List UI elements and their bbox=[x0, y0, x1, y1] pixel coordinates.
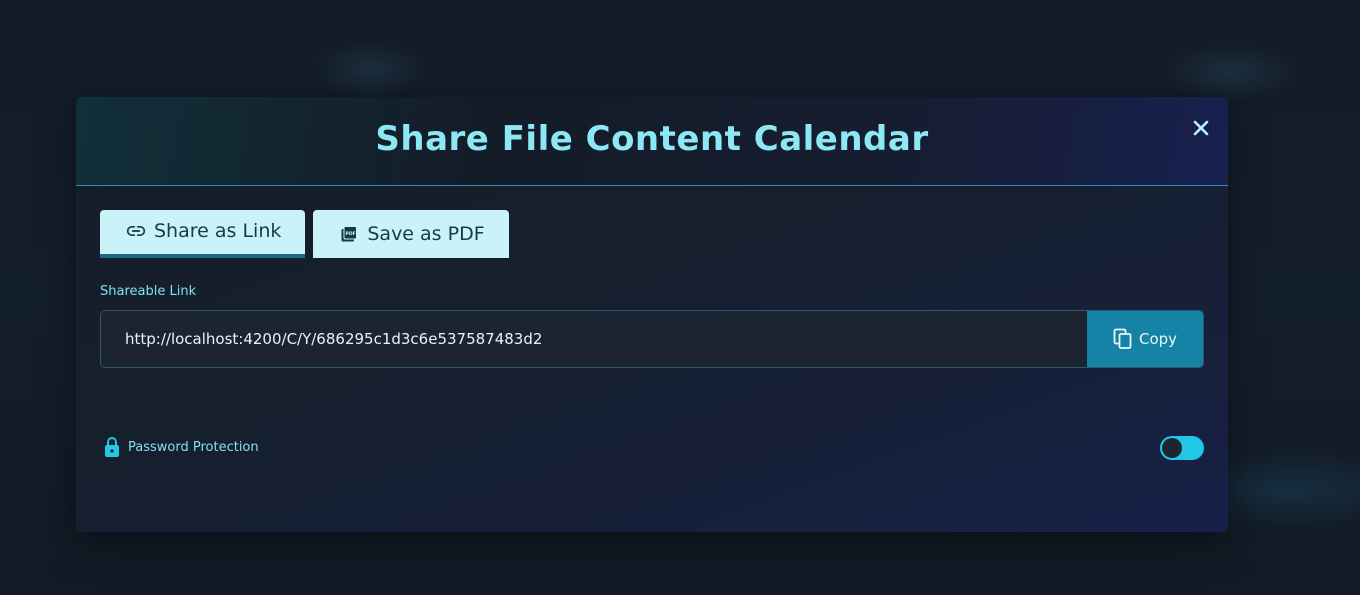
lock-icon bbox=[104, 436, 120, 458]
close-button[interactable] bbox=[1192, 119, 1210, 137]
svg-text:PDF: PDF bbox=[346, 231, 356, 237]
copy-button-label: Copy bbox=[1138, 330, 1178, 348]
tab-share-as-link[interactable]: Share as Link bbox=[100, 210, 306, 258]
password-protection-toggle[interactable] bbox=[1160, 436, 1204, 460]
shareable-link-input[interactable] bbox=[101, 311, 1087, 367]
share-tabs: Share as Link PDF Save as PDF bbox=[100, 210, 509, 258]
link-icon bbox=[126, 221, 146, 241]
modal-header: Share File Content Calendar bbox=[76, 97, 1228, 186]
close-icon bbox=[1193, 120, 1209, 136]
toggle-knob bbox=[1162, 438, 1182, 458]
tab-save-as-pdf[interactable]: PDF Save as PDF bbox=[313, 210, 509, 258]
tab-label: Share as Link bbox=[154, 220, 282, 242]
password-protection-label: Password Protection bbox=[128, 439, 259, 455]
tab-label: Save as PDF bbox=[367, 223, 485, 245]
pdf-icon: PDF bbox=[339, 224, 359, 244]
copy-button[interactable]: Copy bbox=[1087, 311, 1203, 367]
password-protection-row: Password Protection bbox=[104, 436, 259, 458]
shareable-link-row: Copy bbox=[100, 310, 1204, 368]
modal-title: Share File Content Calendar bbox=[375, 119, 929, 159]
share-modal: Share File Content Calendar Share as Lin… bbox=[76, 97, 1228, 532]
shareable-link-label: Shareable Link bbox=[100, 284, 197, 299]
copy-icon bbox=[1113, 328, 1133, 350]
